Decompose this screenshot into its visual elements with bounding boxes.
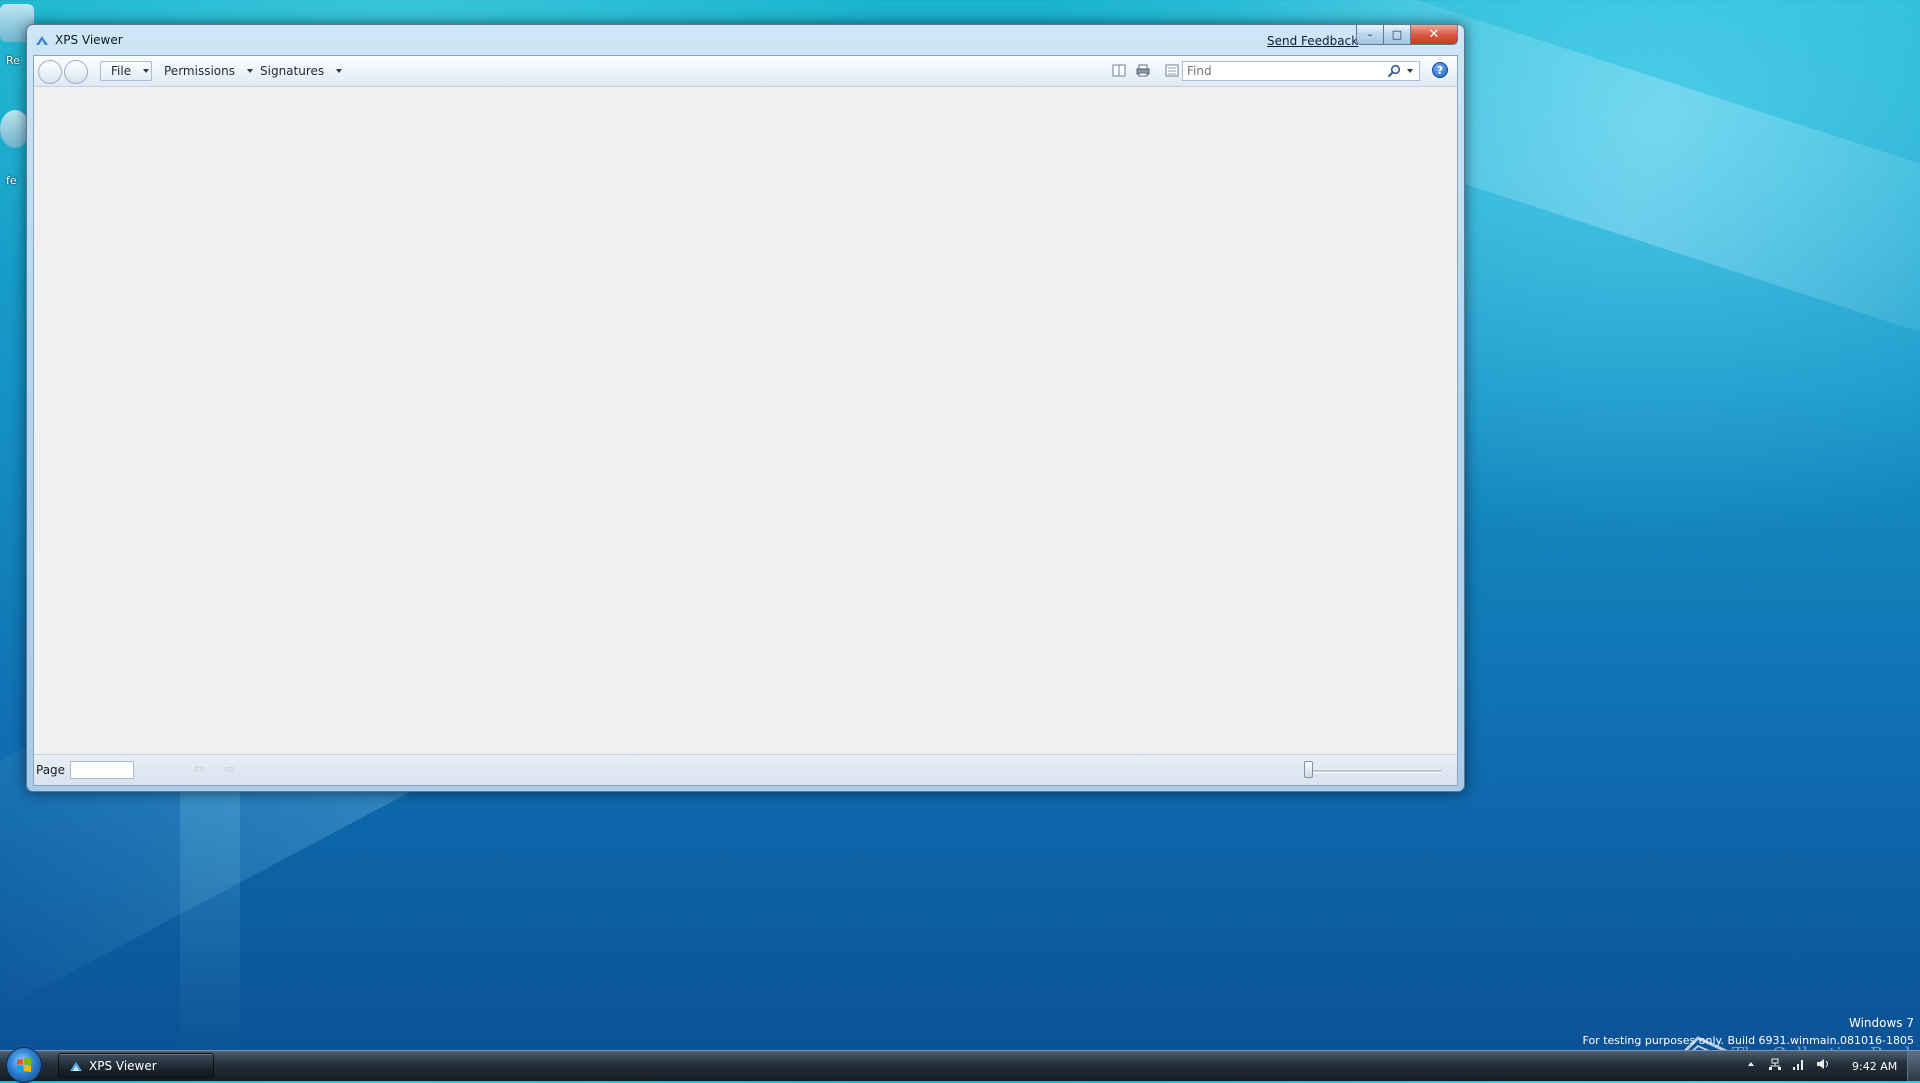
signatures-menu[interactable]: Signatures — [260, 61, 343, 81]
xps-viewer-window: XPS Viewer Send Feedback – □ ✕ File Perm… — [26, 24, 1465, 792]
start-button[interactable] — [6, 1047, 42, 1083]
show-hidden-icons-icon[interactable] — [1744, 1057, 1758, 1071]
document-area[interactable] — [34, 87, 1457, 755]
file-menu-label: File — [111, 64, 132, 78]
taskbar-button-label: XPS Viewer — [89, 1058, 157, 1073]
zoom-slider-track[interactable] — [1309, 770, 1441, 773]
xps-viewer-icon — [36, 36, 48, 45]
forward-button[interactable] — [64, 60, 88, 84]
taskbar: XPS Viewer 9:42 AM — [0, 1047, 1920, 1083]
network-icon[interactable] — [1768, 1057, 1782, 1071]
permissions-menu-label: Permissions — [164, 64, 235, 78]
back-button[interactable] — [38, 60, 62, 84]
file-menu[interactable]: File — [100, 61, 152, 81]
toolbar: File Permissions Signatures Find ? — [34, 56, 1457, 87]
windows-flag-icon — [17, 1058, 31, 1072]
close-button[interactable]: ✕ — [1411, 25, 1458, 45]
os-name-watermark: Windows 7 — [1848, 1016, 1914, 1030]
signal-icon[interactable] — [1792, 1057, 1806, 1071]
desktop-icon-label: fe — [6, 174, 17, 187]
minimize-button[interactable]: – — [1356, 25, 1384, 45]
window-title: XPS Viewer — [55, 33, 123, 47]
help-icon[interactable]: ? — [1432, 62, 1448, 78]
send-feedback-link[interactable]: Send Feedback — [1267, 34, 1358, 48]
two-page-view-icon[interactable] — [1112, 64, 1126, 77]
find-box — [1182, 61, 1420, 81]
zoom-slider-thumb[interactable] — [1304, 761, 1313, 778]
magnifier-icon[interactable] — [1387, 64, 1401, 78]
title-bar[interactable]: XPS Viewer Send Feedback – □ ✕ — [27, 25, 1464, 55]
caption-buttons: – □ ✕ — [1356, 25, 1458, 45]
show-desktop-button[interactable] — [1907, 1051, 1920, 1081]
desktop-icon-label: Re — [6, 54, 20, 67]
page-label: Page — [36, 763, 66, 777]
page-number-input[interactable] — [70, 761, 134, 779]
page-layout-icon[interactable] — [1165, 64, 1179, 77]
chevron-down-icon — [246, 69, 253, 73]
system-tray — [1744, 1057, 1830, 1071]
client-area: File Permissions Signatures Find ? Page … — [33, 55, 1458, 786]
find-options-dropdown-icon[interactable] — [1407, 69, 1413, 73]
permissions-menu[interactable]: Permissions — [164, 61, 253, 81]
volume-icon[interactable] — [1816, 1057, 1830, 1071]
chevron-down-icon — [143, 69, 150, 73]
maximize-button[interactable]: □ — [1384, 25, 1411, 45]
status-bar: Page ⇦ ⇨ — [34, 754, 1457, 785]
printer-icon[interactable] — [1136, 64, 1150, 77]
xps-viewer-icon — [70, 1061, 82, 1071]
taskbar-button-xps-viewer[interactable]: XPS Viewer — [58, 1053, 214, 1078]
next-page-icon[interactable]: ⇨ — [222, 763, 238, 777]
taskbar-clock[interactable]: 9:42 AM — [1852, 1060, 1897, 1073]
previous-page-icon[interactable]: ⇦ — [191, 763, 207, 777]
find-input[interactable] — [1187, 63, 1377, 79]
signatures-menu-label: Signatures — [260, 64, 325, 78]
chevron-down-icon — [336, 69, 343, 73]
